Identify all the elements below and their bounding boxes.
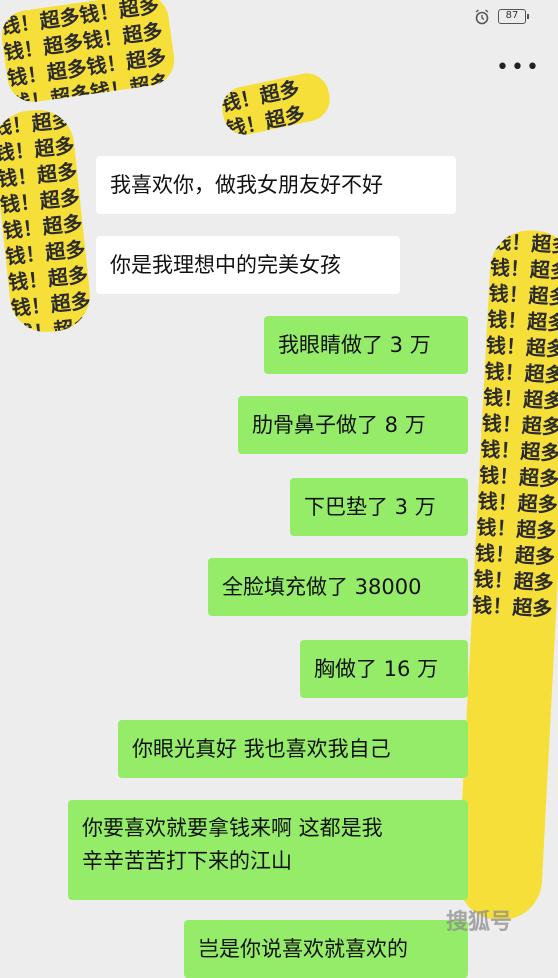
sticker-overlay: 钱！超多钱！超多钱！超多钱！超多钱！超多钱！超多钱！超多钱！超多钱！超多钱！超多… xyxy=(0,0,178,106)
more-options-button[interactable]: ••• xyxy=(496,56,539,80)
outgoing-message-bubble: 下巴垫了 3 万 xyxy=(290,478,468,536)
outgoing-message-bubble: 全脸填充做了 38000 xyxy=(208,558,468,616)
sticker-overlay: 钱！超多钱！超多钱！超多钱！超多钱！超多钱！超多钱！超多钱！超多钱！超多钱！超多… xyxy=(218,69,334,139)
outgoing-message-bubble: 肋骨鼻子做了 8 万 xyxy=(238,396,468,454)
alarm-icon xyxy=(475,9,489,25)
incoming-message-bubble: 我喜欢你，做我女朋友好不好 xyxy=(96,156,456,214)
message-line: 辛辛苦苦打下来的江山 xyxy=(82,849,292,873)
sticker-overlay: 钱！超多钱！超多钱！超多钱！超多钱！超多钱！超多钱！超多钱！超多钱！超多钱！超多… xyxy=(456,228,558,922)
watermark: 搜狐号 xyxy=(446,910,513,935)
message-line: 你要喜欢就要拿钱来啊 这都是我 xyxy=(82,816,383,840)
outgoing-message-bubble: 你要喜欢就要拿钱来啊 这都是我 辛辛苦苦打下来的江山 xyxy=(68,800,468,900)
outgoing-message-bubble: 我眼睛做了 3 万 xyxy=(264,316,468,374)
outgoing-message-bubble: 岂是你说喜欢就喜欢的 xyxy=(184,920,468,978)
battery-indicator: 87 xyxy=(498,9,529,24)
incoming-message-bubble: 你是我理想中的完美女孩 xyxy=(96,236,400,294)
outgoing-message-bubble: 胸做了 16 万 xyxy=(300,640,468,698)
sticker-overlay: 钱！超多钱！超多钱！超多钱！超多钱！超多钱！超多钱！超多钱！超多钱！超多钱！超多… xyxy=(0,106,94,336)
outgoing-message-bubble: 你眼光真好 我也喜欢我自己 xyxy=(118,720,468,778)
